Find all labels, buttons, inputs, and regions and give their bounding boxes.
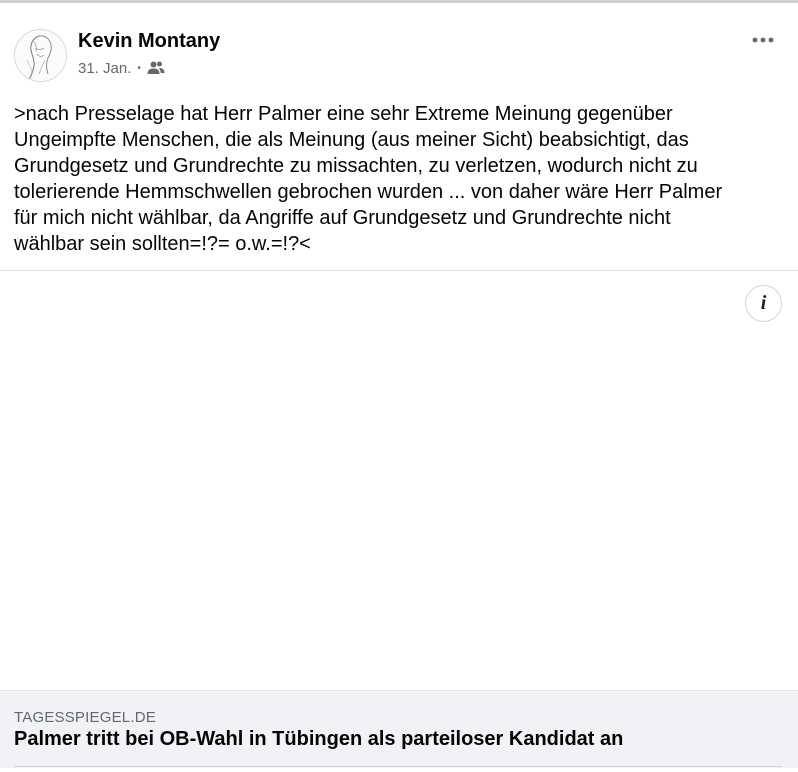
post-header: Kevin Montany 31. Jan. •	[0, 3, 798, 93]
more-options-button[interactable]	[744, 25, 782, 55]
more-options-icon	[752, 37, 774, 43]
meta-separator: •	[137, 62, 141, 74]
info-icon[interactable]: i	[745, 285, 782, 322]
friends-icon[interactable]	[147, 60, 165, 76]
link-title[interactable]: Palmer tritt bei OB-Wahl in Tübingen als…	[14, 728, 623, 751]
post-text-line: Ungeimpfte Menschen, die als Meinung (au…	[14, 129, 689, 151]
bottom-divider	[14, 766, 782, 767]
author-avatar[interactable]	[14, 29, 67, 82]
post-date[interactable]: 31. Jan.	[78, 60, 131, 77]
post-message: >nach Presselage hat Herr Palmer eine se…	[14, 101, 784, 257]
author-name[interactable]: Kevin Montany	[78, 30, 220, 53]
link-preview-card[interactable]: TAGESSPIEGEL.DE Palmer tritt bei OB-Wahl…	[0, 690, 798, 768]
post-meta: 31. Jan. •	[78, 58, 165, 78]
link-domain: TAGESSPIEGEL.DE	[14, 709, 156, 726]
avatar-sketch-icon	[15, 30, 66, 81]
post-text-line: tolerierende Hemmschwellen gebrochen wur…	[14, 181, 723, 203]
post-text-line: wählbar sein sollten=!?= o.w.=!?<	[14, 233, 311, 255]
post-text-line: >nach Presselage hat Herr Palmer eine se…	[14, 103, 673, 125]
link-preview-image[interactable]: i	[0, 271, 798, 690]
post-text-line: Grundgesetz und Grundrechte zu missachte…	[14, 155, 698, 177]
post-text-line: für mich nicht wählbar, da Angriffe auf …	[14, 207, 671, 229]
